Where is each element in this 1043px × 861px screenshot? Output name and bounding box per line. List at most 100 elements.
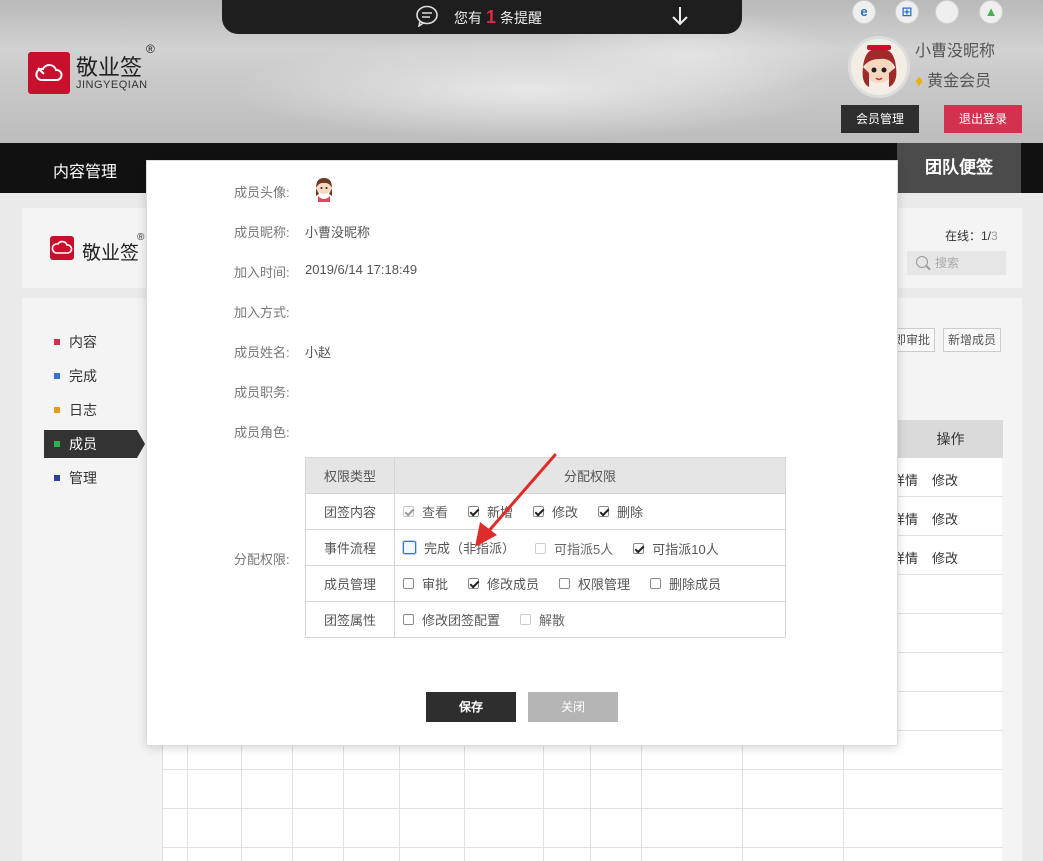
online-count: 在线：1/3 xyxy=(945,229,998,243)
permission-checkbox[interactable] xyxy=(403,540,416,554)
permission-checkbox xyxy=(535,542,547,554)
message-bubble-icon xyxy=(416,5,438,27)
android-icon[interactable]: ▲ xyxy=(979,0,1003,24)
apple-icon[interactable] xyxy=(935,0,959,24)
permission-options-cell: 修改团签配置 解散 xyxy=(394,601,786,638)
logout-button[interactable]: 退出登录 xyxy=(944,105,1022,133)
edit-link[interactable]: 修改 xyxy=(932,548,958,567)
permission-row: 团签属性 修改团签配置 解散 xyxy=(305,601,786,638)
reminder-count: 1 xyxy=(486,7,497,27)
permission-option-label: 权限管理 xyxy=(578,577,631,592)
reminder-text: 您有 1 条提醒 xyxy=(454,7,543,27)
cloud-icon xyxy=(51,240,73,254)
permission-option[interactable]: 修改 xyxy=(533,502,578,521)
member-avatar-icon xyxy=(316,178,332,202)
permission-checkbox[interactable] xyxy=(468,578,480,589)
permission-row: 成员管理 审批 修改成员 权限管理 删除成员 xyxy=(305,565,786,602)
permission-option-label: 可指派5人 xyxy=(554,541,614,557)
search-icon xyxy=(916,256,928,268)
arrow-down-icon[interactable] xyxy=(670,5,690,27)
position-label: 成员职务: xyxy=(234,385,290,400)
navy-dot-icon xyxy=(54,475,60,481)
red-dot-icon xyxy=(54,339,60,345)
permission-checkbox xyxy=(520,614,532,625)
diamond-icon: ♦ xyxy=(915,73,924,90)
close-button[interactable]: 关闭 xyxy=(528,692,618,722)
permission-option-label: 查看 xyxy=(422,505,449,520)
member-management-button[interactable]: 会员管理 xyxy=(841,105,919,133)
permission-options-cell: 查看 新增 修改 删除 xyxy=(394,493,786,530)
team-name: 敬业签 xyxy=(82,243,140,264)
permission-option[interactable]: 修改成员 xyxy=(468,574,539,593)
nickname-value: 小曹没昵称 xyxy=(305,225,371,240)
permission-option[interactable]: 可指派10人 xyxy=(633,539,719,558)
permission-option-label: 删除 xyxy=(617,505,644,520)
permission-option-label: 新增 xyxy=(487,505,514,520)
blue-dot-icon xyxy=(54,373,60,379)
permission-checkbox[interactable] xyxy=(559,578,571,589)
cloud-icon xyxy=(35,64,63,81)
permission-type-cell: 团签内容 xyxy=(305,493,395,530)
sidebar-item-done[interactable]: 完成 xyxy=(44,362,137,390)
permission-option: 解散 xyxy=(520,610,565,629)
permission-checkbox[interactable] xyxy=(533,506,545,517)
permission-checkbox[interactable] xyxy=(468,506,480,517)
nav-content-management[interactable]: 内容管理 xyxy=(53,158,117,182)
real-name-label: 成员姓名: xyxy=(234,345,290,360)
permission-checkbox[interactable] xyxy=(598,506,610,517)
permission-checkbox[interactable] xyxy=(633,542,645,554)
permission-option: 可指派5人 xyxy=(535,539,613,558)
permission-option[interactable]: 审批 xyxy=(403,574,448,593)
sidebar-item-log[interactable]: 日志 xyxy=(44,396,137,424)
join-method-label: 加入方式: xyxy=(234,305,290,320)
permission-table: 权限类型 分配权限 团签内容 查看 新增 修改 删除 事件流程 完成（非指派） 可指派5人 可指… xyxy=(305,457,786,638)
permission-option[interactable]: 删除成员 xyxy=(650,574,721,593)
join-time-label: 加入时间: xyxy=(234,265,290,280)
permission-option-label: 修改 xyxy=(552,505,579,520)
permission-option-label: 可指派10人 xyxy=(652,541,719,557)
permission-option-label: 解散 xyxy=(539,613,566,628)
permission-type-cell: 事件流程 xyxy=(305,529,395,566)
avatar-label: 成员头像: xyxy=(234,185,290,200)
sidebar-item-content[interactable]: 内容 xyxy=(44,328,137,356)
nav-team-notes[interactable]: 团队便签 xyxy=(897,143,1021,193)
header: 您有 1 条提醒 敬业签 ® JINGYEQIAN e ⊞ ▲ 小曹没昵称 ♦ … xyxy=(0,0,1043,143)
permission-option[interactable]: 删除 xyxy=(598,502,643,521)
green-dot-icon xyxy=(54,441,60,447)
permission-option[interactable]: 完成（非指派） xyxy=(403,538,515,557)
permission-options-cell: 审批 修改成员 权限管理 删除成员 xyxy=(394,565,786,602)
ie-icon[interactable]: e xyxy=(852,0,876,24)
user-avatar[interactable] xyxy=(848,36,910,98)
search-input[interactable]: 搜索 xyxy=(907,251,1006,275)
edit-link[interactable]: 修改 xyxy=(932,470,958,489)
permission-option[interactable]: 修改团签配置 xyxy=(403,610,500,629)
brand-name: 敬业签 xyxy=(76,55,143,80)
save-button[interactable]: 保存 xyxy=(426,692,516,722)
permission-option-label: 修改成员 xyxy=(487,577,540,592)
sidebar-item-manage[interactable]: 管理 xyxy=(44,464,137,492)
member-detail-dialog: 成员头像: 成员昵称: 小曹没昵称 加入时间: 2019/6/14 17:18:… xyxy=(147,161,897,745)
windows-icon[interactable]: ⊞ xyxy=(895,0,919,24)
permission-checkbox[interactable] xyxy=(403,614,414,625)
table-row xyxy=(163,770,1003,809)
join-time-value: 2019/6/14 17:18:49 xyxy=(305,262,418,277)
brand-pinyin: JINGYEQIAN xyxy=(76,79,148,91)
permission-row: 团签内容 查看 新增 修改 删除 xyxy=(305,493,786,530)
red-annotation-arrow xyxy=(475,453,557,547)
permission-option[interactable]: 新增 xyxy=(468,502,513,521)
permission-options-cell: 完成（非指派） 可指派5人 可指派10人 xyxy=(394,529,786,566)
registered-mark: ® xyxy=(146,42,155,56)
orange-dot-icon xyxy=(54,407,60,413)
permission-option: 查看 xyxy=(403,502,448,521)
sidebar-item-members[interactable]: 成员 xyxy=(44,430,145,458)
permission-row: 事件流程 完成（非指派） 可指派5人 可指派10人 xyxy=(305,529,786,566)
permission-checkbox[interactable] xyxy=(403,578,414,589)
reminder-bar[interactable]: 您有 1 条提醒 xyxy=(222,0,742,34)
add-member-button[interactable]: 新增成员 xyxy=(943,328,1002,352)
assign-permission-header: 分配权限 xyxy=(394,457,786,494)
user-name: 小曹没昵称 xyxy=(915,43,996,60)
permission-option[interactable]: 权限管理 xyxy=(559,574,630,593)
ops-column-header: 操作 xyxy=(898,420,1003,458)
edit-link[interactable]: 修改 xyxy=(932,509,958,528)
permission-checkbox[interactable] xyxy=(650,578,662,589)
